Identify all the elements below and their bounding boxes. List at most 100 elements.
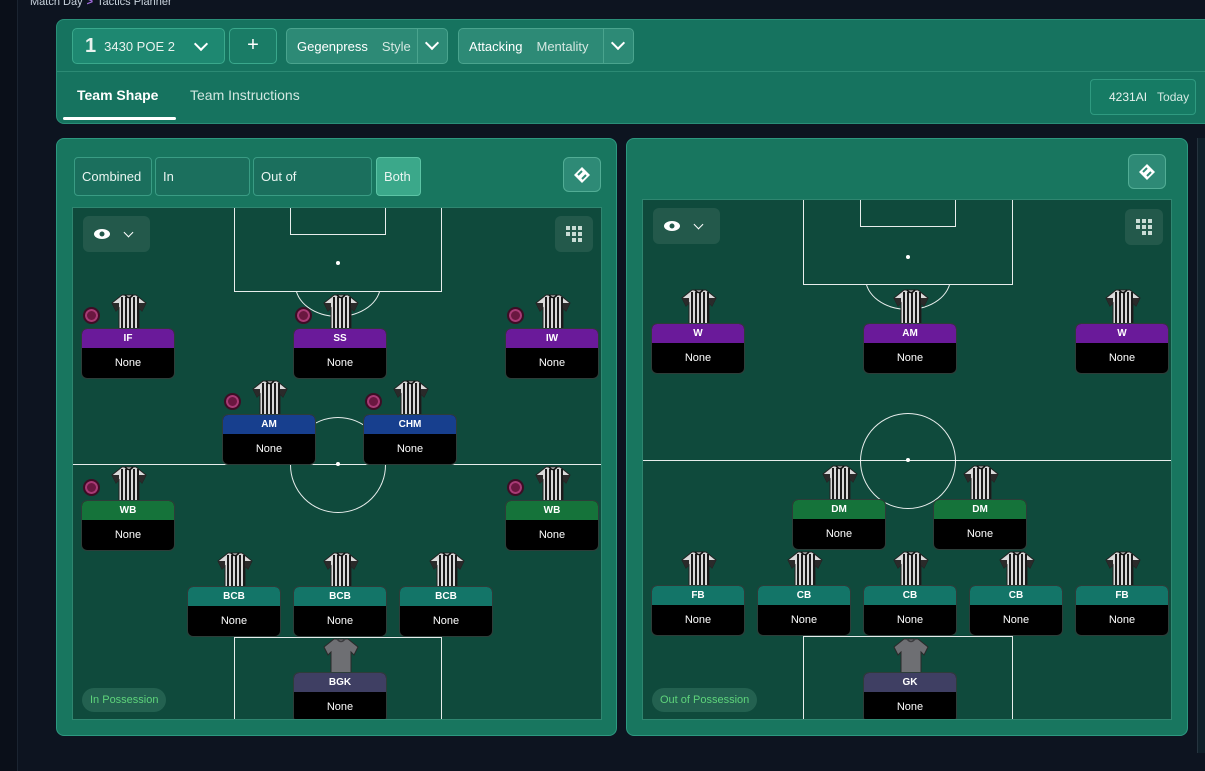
mode-combined-button[interactable]: Combined <box>74 157 152 196</box>
tab-team-shape[interactable]: Team Shape <box>77 87 158 103</box>
player-role-label: IW <box>506 329 598 348</box>
top-penalty-spot <box>336 261 340 265</box>
player-name: None <box>684 614 712 626</box>
player-shirt-icon <box>323 552 359 589</box>
player-slot-bcb[interactable]: BCB None <box>293 551 387 637</box>
grid-view-button[interactable] <box>1125 209 1163 245</box>
date-selector[interactable]: 4231AI Today <box>1090 79 1196 115</box>
player-slot-wb[interactable]: WB None <box>81 465 175 551</box>
player-card[interactable]: GK None <box>863 672 957 719</box>
breadcrumb-parent[interactable]: Match Day <box>30 0 83 8</box>
player-card[interactable]: DM None <box>792 499 886 550</box>
player-card[interactable]: SS None <box>293 328 387 379</box>
active-tab-indicator <box>63 117 176 120</box>
swap-view-button[interactable] <box>1128 154 1166 189</box>
player-card[interactable]: CB None <box>757 585 851 636</box>
player-card[interactable]: WB None <box>505 500 599 551</box>
player-slot-bgk[interactable]: BGK None <box>293 637 387 719</box>
top-six-yard-box <box>860 200 956 227</box>
style-selector[interactable]: Gegenpress Style <box>286 28 448 64</box>
player-role-label: DM <box>793 500 885 519</box>
mode-out-of-possession-button[interactable]: Out of Possession <box>253 157 372 221</box>
swap-view-button[interactable] <box>563 157 601 192</box>
player-slot-wb[interactable]: WB None <box>505 465 599 551</box>
player-card[interactable]: IW None <box>505 328 599 379</box>
player-card[interactable]: WB None <box>81 500 175 551</box>
player-slot-iw[interactable]: IW None <box>505 293 599 379</box>
player-name: None <box>896 701 924 713</box>
player-slot-w[interactable]: W None <box>651 288 745 374</box>
player-slot-am[interactable]: AM None <box>863 288 957 374</box>
tab-team-instructions[interactable]: Team Instructions <box>190 87 300 103</box>
style-dropdown-toggle[interactable] <box>417 29 447 63</box>
player-slot-fb[interactable]: FB None <box>1075 550 1169 636</box>
visibility-toggle[interactable] <box>653 208 720 244</box>
player-slot-chm[interactable]: CHM None <box>363 379 457 465</box>
player-role-badge-icon <box>507 307 524 324</box>
player-slot-dm[interactable]: DM None <box>933 464 1027 550</box>
tactic-number: 1 <box>85 34 97 57</box>
player-shirt-icon <box>111 466 147 503</box>
player-card[interactable]: AM None <box>863 323 957 374</box>
player-slot-bcb[interactable]: BCB None <box>399 551 493 637</box>
player-role-label: IF <box>82 329 174 348</box>
player-card[interactable]: BGK None <box>293 672 387 719</box>
player-slot-cb[interactable]: CB None <box>757 550 851 636</box>
player-card[interactable]: IF None <box>81 328 175 379</box>
player-slot-bcb[interactable]: BCB None <box>187 551 281 637</box>
player-slot-if[interactable]: IF None <box>81 293 175 379</box>
player-slot-am[interactable]: AM None <box>222 379 316 465</box>
player-card[interactable]: W None <box>1075 323 1169 374</box>
tactic-name: 3430 POE 2 <box>104 38 175 54</box>
mode-in-possession-button[interactable]: In Possession <box>155 157 250 221</box>
player-slot-gk[interactable]: GK None <box>863 637 957 719</box>
player-card[interactable]: CHM None <box>363 414 457 465</box>
player-shirt-icon <box>252 380 288 417</box>
player-slot-cb[interactable]: CB None <box>969 550 1063 636</box>
mentality-value: Attacking <box>469 38 523 54</box>
player-card[interactable]: FB None <box>1075 585 1169 636</box>
app-sidebar-edge <box>0 0 18 771</box>
grid-view-button[interactable] <box>555 216 593 252</box>
player-shirt-icon <box>535 466 571 503</box>
player-card[interactable]: AM None <box>222 414 316 465</box>
player-slot-w[interactable]: W None <box>1075 288 1169 374</box>
phase-label: In Possession <box>82 688 167 712</box>
player-card[interactable]: BCB None <box>187 586 281 637</box>
tactic-selector[interactable]: 1 3430 POE 2 <box>72 28 225 64</box>
breadcrumb-separator-icon: > <box>86 0 94 8</box>
player-shirt-icon <box>963 465 999 502</box>
mode-both-button[interactable]: Both <box>376 157 421 196</box>
style-label: Style <box>381 38 411 54</box>
player-slot-cb[interactable]: CB None <box>863 550 957 636</box>
player-card[interactable]: W None <box>651 323 745 374</box>
player-name: None <box>220 615 248 627</box>
player-card[interactable]: FB None <box>651 585 745 636</box>
player-name: None <box>684 352 712 364</box>
visibility-toggle[interactable] <box>83 216 150 252</box>
player-name: None <box>114 529 142 541</box>
player-role-badge-icon <box>83 307 100 324</box>
player-card[interactable]: CB None <box>863 585 957 636</box>
pitch-out-of-possession: Out of Possession W None AM None W None DM None… <box>642 199 1172 720</box>
player-slot-ss[interactable]: SS None <box>293 293 387 379</box>
player-role-label: WB <box>82 501 174 520</box>
player-slot-dm[interactable]: DM None <box>792 464 886 550</box>
player-slot-fb[interactable]: FB None <box>651 550 745 636</box>
player-card[interactable]: BCB None <box>399 586 493 637</box>
player-role-label: W <box>652 324 744 343</box>
player-role-label: AM <box>223 415 315 434</box>
mentality-selector[interactable]: Attacking Mentality <box>458 28 634 64</box>
player-name: None <box>396 443 424 455</box>
tactic-toolbar: 1 3430 POE 2 + Gegenpress Style Attackin… <box>57 20 1205 72</box>
player-card[interactable]: BCB None <box>293 586 387 637</box>
player-card[interactable]: CB None <box>969 585 1063 636</box>
centre-spot <box>336 462 340 466</box>
player-name: None <box>326 615 354 627</box>
player-card[interactable]: DM None <box>933 499 1027 550</box>
player-role-badge-icon <box>365 393 382 410</box>
chevron-down-icon <box>693 219 704 229</box>
add-tactic-button[interactable]: + <box>229 28 277 64</box>
mentality-dropdown-toggle[interactable] <box>603 29 633 63</box>
player-role-label: W <box>1076 324 1168 343</box>
